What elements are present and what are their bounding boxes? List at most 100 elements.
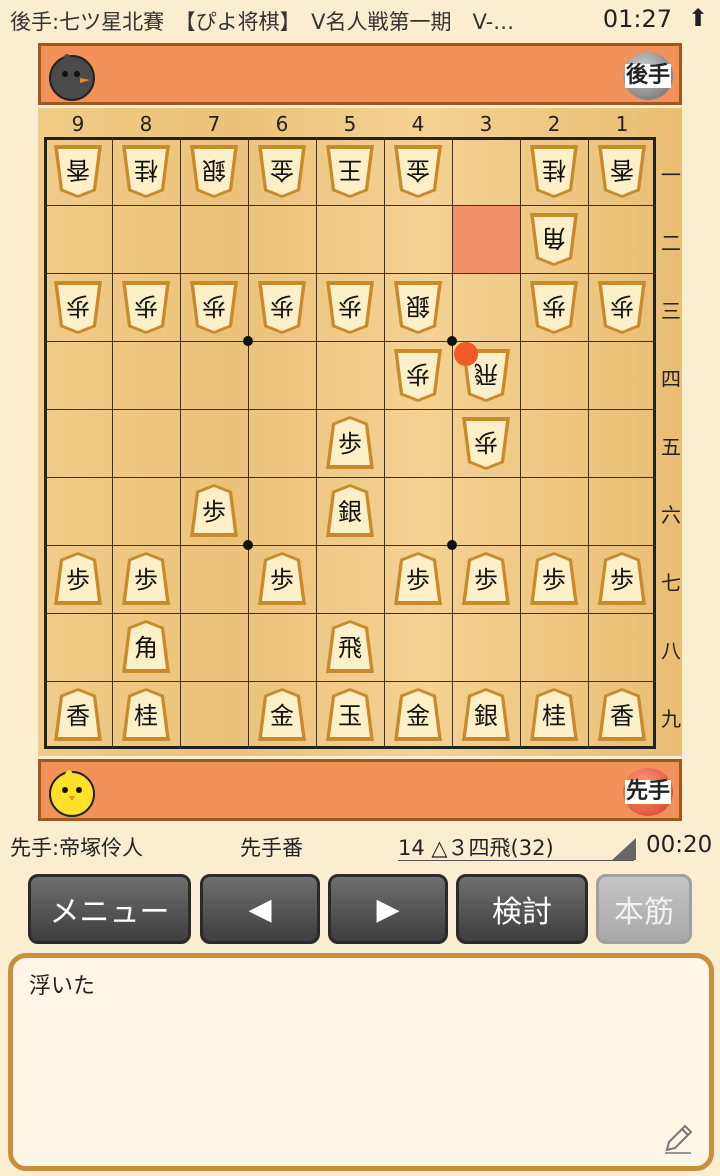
gote-piece[interactable]: 歩: [187, 278, 241, 336]
sente-piece[interactable]: 桂: [527, 686, 581, 744]
gote-piece[interactable]: 香: [595, 142, 649, 200]
rank-label: 九: [661, 707, 681, 731]
piece-label: 香: [66, 702, 90, 730]
piece-label: 歩: [406, 360, 430, 388]
rank-label: 三: [661, 299, 681, 323]
gote-piece[interactable]: 歩: [527, 278, 581, 336]
piece-label: 金: [270, 702, 294, 730]
grid-line: [44, 681, 656, 682]
file-label: 9: [71, 112, 85, 136]
piece-label: 歩: [66, 566, 90, 594]
comment-box[interactable]: 浮いた: [8, 953, 714, 1171]
gote-piece[interactable]: 桂: [527, 142, 581, 200]
gote-piece[interactable]: 桂: [119, 142, 173, 200]
grid-line: [316, 137, 317, 749]
star-point: [243, 336, 253, 346]
piece-label: 歩: [542, 292, 566, 320]
file-label: 1: [615, 112, 629, 136]
sente-hand-area: 先手: [38, 759, 682, 821]
piece-label: 香: [610, 156, 634, 184]
dropdown-triangle-icon[interactable]: [612, 838, 636, 860]
grid-line: [588, 137, 589, 749]
piece-label: 歩: [610, 292, 634, 320]
rank-label: 五: [661, 435, 681, 459]
gote-piece[interactable]: 銀: [187, 142, 241, 200]
analyze-button[interactable]: 検討: [456, 874, 588, 944]
sente-piece[interactable]: 香: [51, 686, 105, 744]
gote-badge: 後手: [623, 52, 673, 100]
sente-piece[interactable]: 歩: [595, 550, 649, 608]
sente-piece[interactable]: 歩: [119, 550, 173, 608]
star-point: [243, 540, 253, 550]
piece-label: 歩: [134, 566, 158, 594]
rank-label: 七: [661, 571, 681, 595]
next-move-button[interactable]: ▶: [328, 874, 448, 944]
move-selector[interactable]: 14 △３四飛(32): [398, 832, 554, 862]
piece-label: 歩: [610, 566, 634, 594]
gote-piece[interactable]: 歩: [459, 414, 513, 472]
prev-move-button[interactable]: ◀: [200, 874, 320, 944]
clock-time: 01:27: [602, 5, 672, 33]
menu-button[interactable]: メニュー: [28, 874, 191, 944]
gote-piece[interactable]: 歩: [595, 278, 649, 336]
gote-piece[interactable]: 王: [323, 142, 377, 200]
rank-label: 一: [661, 163, 681, 187]
comment-text: 浮いた: [29, 974, 96, 999]
grid-line: [44, 545, 656, 546]
grid-line: [44, 477, 656, 478]
gray-chick-icon: [49, 54, 95, 101]
gote-piece[interactable]: 金: [255, 142, 309, 200]
rank-label: 八: [661, 639, 681, 663]
grid-line: [520, 137, 521, 749]
sente-piece[interactable]: 歩: [391, 550, 445, 608]
sente-piece[interactable]: 歩: [527, 550, 581, 608]
rank-label: 四: [661, 367, 681, 391]
sente-piece[interactable]: 歩: [323, 414, 377, 472]
sente-piece[interactable]: 角: [119, 618, 173, 676]
piece-label: 歩: [406, 566, 430, 594]
sente-piece[interactable]: 玉: [323, 686, 377, 744]
piece-label: 銀: [202, 156, 226, 184]
turn-indicator: 先手番: [240, 836, 303, 860]
star-point: [447, 336, 457, 346]
sente-piece[interactable]: 歩: [51, 550, 105, 608]
sente-piece[interactable]: 歩: [255, 550, 309, 608]
piece-label: 歩: [338, 430, 362, 458]
grid-line: [44, 613, 656, 614]
sente-piece[interactable]: 銀: [459, 686, 513, 744]
sente-piece[interactable]: 飛: [323, 618, 377, 676]
upload-arrow-icon[interactable]: ⬆: [688, 4, 708, 32]
grid-line: [112, 137, 113, 749]
piece-label: 銀: [338, 498, 362, 526]
rank-label: 二: [661, 231, 681, 255]
piece-label: 歩: [270, 566, 294, 594]
gote-piece[interactable]: 歩: [51, 278, 105, 336]
sente-piece[interactable]: 銀: [323, 482, 377, 540]
piece-label: 歩: [542, 566, 566, 594]
gote-piece[interactable]: 歩: [323, 278, 377, 336]
sente-piece[interactable]: 金: [391, 686, 445, 744]
file-label: 7: [207, 112, 221, 136]
piece-label: 金: [406, 702, 430, 730]
grid-line: [248, 137, 249, 749]
grid-line: [44, 205, 656, 206]
grid-line: [452, 137, 453, 749]
piece-label: 歩: [134, 292, 158, 320]
sente-piece[interactable]: 歩: [459, 550, 513, 608]
sente-piece[interactable]: 金: [255, 686, 309, 744]
gote-piece[interactable]: 香: [51, 142, 105, 200]
piece-label: 王: [338, 156, 362, 184]
pencil-icon[interactable]: [661, 1122, 695, 1156]
sente-piece[interactable]: 香: [595, 686, 649, 744]
sente-piece[interactable]: 歩: [187, 482, 241, 540]
gote-hand-area: 後手: [38, 43, 682, 105]
piece-label: 歩: [338, 292, 362, 320]
gote-piece[interactable]: 角: [527, 210, 581, 268]
gote-piece[interactable]: 金: [391, 142, 445, 200]
gote-piece[interactable]: 銀: [391, 278, 445, 336]
gote-piece[interactable]: 歩: [255, 278, 309, 336]
gote-piece[interactable]: 歩: [391, 346, 445, 404]
mainline-button[interactable]: 本筋: [596, 874, 692, 944]
sente-piece[interactable]: 桂: [119, 686, 173, 744]
gote-piece[interactable]: 歩: [119, 278, 173, 336]
